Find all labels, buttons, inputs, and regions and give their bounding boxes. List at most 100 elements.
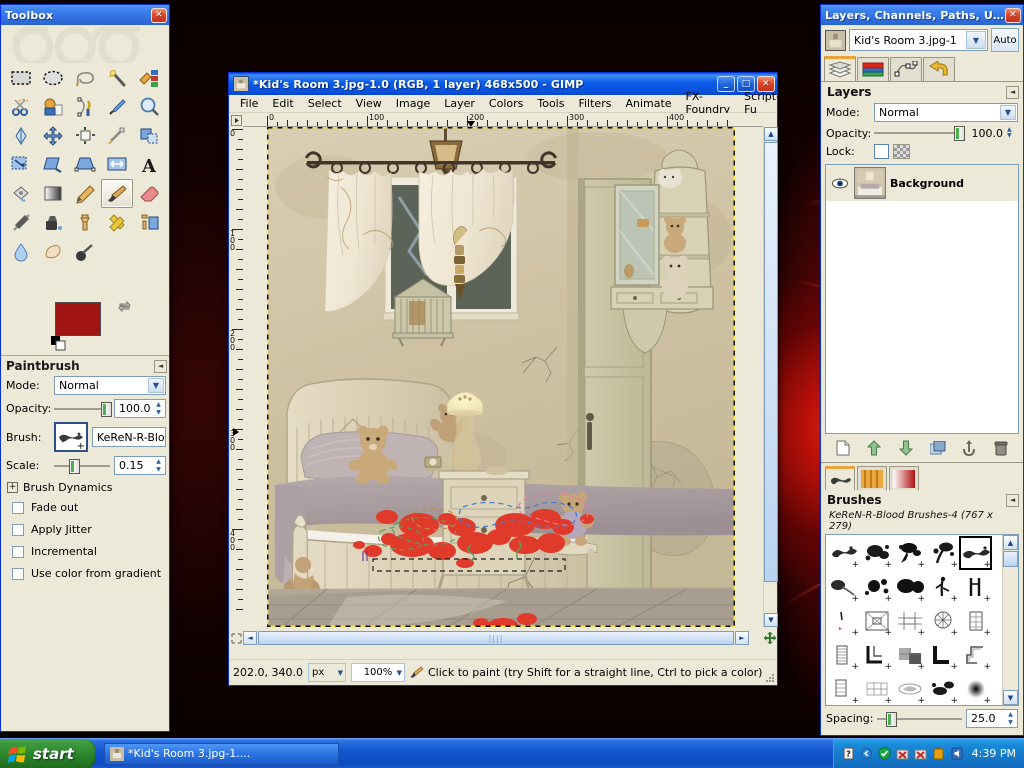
checkbox-icon[interactable]	[12, 501, 24, 514]
dodge-burn-tool[interactable]	[69, 237, 101, 266]
heal-tool[interactable]	[101, 208, 133, 237]
canvas-vertical-scrollbar[interactable]: ▲ ▼	[763, 127, 778, 627]
channels-tab[interactable]	[857, 57, 889, 81]
brush-spacing-slider[interactable]	[877, 711, 962, 727]
dock-close-button[interactable]: ✕	[1005, 7, 1021, 23]
scroll-up-button[interactable]: ▲	[1003, 535, 1018, 550]
layer-list[interactable]: Background	[825, 164, 1019, 434]
ellipse-select-tool[interactable]	[37, 63, 69, 92]
paint-opacity-slider[interactable]	[54, 401, 113, 417]
scroll-thumb-horizontal[interactable]: ||||	[258, 631, 734, 645]
menu-image[interactable]: Image	[389, 96, 437, 112]
brush-cell[interactable]: +	[860, 570, 893, 604]
brush-cell[interactable]: +	[926, 638, 959, 672]
rect-select-tool[interactable]	[5, 63, 37, 92]
antivirus-icon[interactable]	[896, 747, 910, 761]
option-apply-jitter[interactable]: Apply Jitter	[1, 518, 169, 540]
crop-tool[interactable]	[101, 121, 133, 150]
paint-mode-select[interactable]: Normal ▼	[54, 376, 166, 395]
brush-cell[interactable]: +	[926, 570, 959, 604]
airbrush-tool[interactable]	[5, 208, 37, 237]
shear-tool[interactable]	[37, 150, 69, 179]
brush-cell[interactable]: +	[926, 604, 959, 638]
alignment-tool[interactable]	[69, 121, 101, 150]
volume-icon[interactable]	[950, 747, 964, 761]
scroll-down-button[interactable]: ▼	[764, 613, 778, 627]
help-icon[interactable]: ?	[842, 747, 856, 761]
resize-grip-icon[interactable]	[765, 673, 775, 683]
menu-colors[interactable]: Colors	[482, 96, 530, 112]
paint-opacity-spinner[interactable]: 100.0 ▲ ▼	[114, 399, 166, 418]
network-icon[interactable]	[914, 747, 928, 761]
zoom-select[interactable]: 100% ▼	[350, 663, 405, 682]
gradients-tab[interactable]	[889, 466, 919, 490]
spinner-arrows[interactable]: ▲ ▼	[153, 401, 164, 416]
spinner-down-icon[interactable]: ▼	[153, 409, 164, 417]
spinner-up-icon[interactable]: ▲	[153, 401, 164, 409]
brush-cell[interactable]: +	[926, 672, 959, 705]
checkbox-icon[interactable]	[12, 523, 24, 536]
brush-name-field[interactable]: KeReN-R-Blood Br	[92, 427, 166, 447]
slider-knob[interactable]	[101, 401, 113, 417]
menu-file[interactable]: File	[233, 96, 265, 112]
scroll-left-button[interactable]: ◄	[243, 631, 257, 645]
scissors-select-tool[interactable]	[5, 92, 37, 121]
menu-filters[interactable]: Filters	[571, 96, 618, 112]
brush-cell-selected[interactable]: +	[959, 536, 992, 570]
bucket-fill-tool[interactable]	[5, 179, 37, 208]
clock[interactable]: 4:39 PM	[972, 747, 1016, 760]
dock-titlebar[interactable]: Layers, Channels, Paths, Undo -... ✕	[821, 5, 1023, 25]
brush-cell[interactable]: +	[959, 638, 992, 672]
chevron-down-icon[interactable]: ▼	[1000, 105, 1016, 120]
image-select[interactable]: Kid's Room 3.jpg-1 ▼	[849, 29, 988, 51]
gradient-tool[interactable]	[37, 179, 69, 208]
chevron-down-icon[interactable]: ▼	[397, 669, 402, 677]
perspective-clone-tool[interactable]	[133, 208, 165, 237]
spinner-down-icon[interactable]: ▼	[1005, 719, 1016, 727]
toolbox-close-button[interactable]: ✕	[151, 7, 167, 23]
brush-grid-container[interactable]: + + + + + + + + + + + + + + + + + + + + …	[825, 534, 1019, 706]
chevron-down-icon[interactable]: ▼	[338, 669, 343, 677]
layer-opacity-slider[interactable]	[874, 126, 966, 141]
brush-cell[interactable]: +	[860, 672, 893, 705]
spinner-down-icon[interactable]: ▼	[153, 466, 164, 474]
checkbox-icon[interactable]	[12, 567, 24, 580]
chevron-down-icon[interactable]: ▼	[966, 31, 986, 49]
delete-layer-button[interactable]	[991, 438, 1011, 458]
paintbrush-tool[interactable]	[101, 179, 133, 208]
brush-cell[interactable]: +	[959, 604, 992, 638]
pencil-tool[interactable]	[69, 179, 101, 208]
layers-panel-menu-icon[interactable]: ◄	[1006, 85, 1019, 99]
duplicate-layer-button[interactable]	[928, 438, 948, 458]
brush-cell[interactable]: +	[860, 536, 893, 570]
move-tool[interactable]	[37, 121, 69, 150]
layer-visibility-toggle[interactable]	[830, 178, 850, 189]
brushes-tab[interactable]	[825, 466, 855, 490]
slider-knob[interactable]	[954, 126, 966, 141]
slider-knob[interactable]	[68, 458, 80, 474]
spinner-arrows[interactable]: ▲ ▼	[153, 458, 164, 473]
ruler-menu-button[interactable]	[229, 113, 243, 127]
smudge-tool[interactable]	[37, 237, 69, 266]
brush-cell[interactable]: +	[959, 672, 992, 705]
slider-knob[interactable]	[885, 711, 897, 727]
brush-cell[interactable]: +	[860, 604, 893, 638]
measure-tool[interactable]	[5, 121, 37, 150]
toolbox-titlebar[interactable]: Toolbox ✕	[1, 5, 169, 25]
brush-cell[interactable]: +	[893, 604, 926, 638]
foreground-select-tool[interactable]	[37, 92, 69, 121]
option-incremental[interactable]: Incremental	[1, 540, 169, 562]
zoom-tool[interactable]	[133, 92, 165, 121]
select-by-color-tool[interactable]	[133, 63, 165, 92]
expand-tray-chevron-icon[interactable]	[860, 747, 874, 761]
flip-tool[interactable]	[101, 150, 133, 179]
layers-tab[interactable]	[824, 56, 856, 81]
ink-tool[interactable]	[37, 208, 69, 237]
start-button[interactable]: start	[0, 738, 96, 768]
foreground-color-swatch[interactable]	[55, 302, 101, 336]
image-content[interactable]	[267, 127, 735, 627]
menu-animate[interactable]: Animate	[618, 96, 678, 112]
brush-dynamics-expander[interactable]: + Brush Dynamics	[1, 477, 169, 496]
eraser-tool[interactable]	[133, 179, 165, 208]
raise-layer-button[interactable]	[864, 438, 884, 458]
